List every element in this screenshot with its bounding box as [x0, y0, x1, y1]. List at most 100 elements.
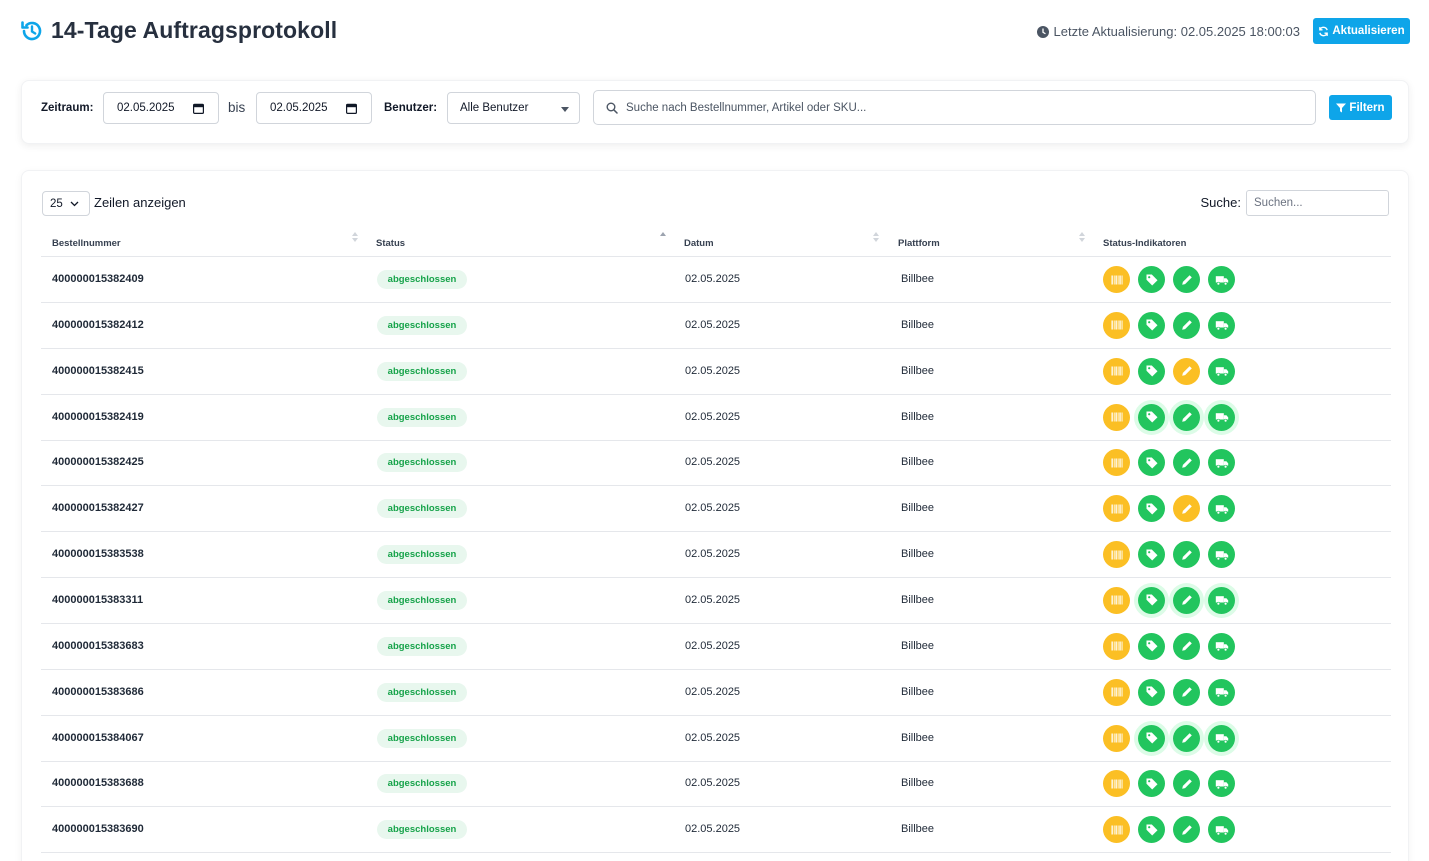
tag-icon[interactable]	[1138, 724, 1165, 752]
truck-icon[interactable]	[1208, 541, 1235, 569]
barcode-icon[interactable]	[1103, 449, 1130, 477]
page-length-select[interactable]: 25	[42, 191, 90, 216]
truck-icon[interactable]	[1208, 403, 1235, 431]
status-indicators	[1103, 357, 1243, 385]
barcode-icon[interactable]	[1103, 816, 1130, 844]
pencil-icon[interactable]	[1173, 357, 1200, 385]
column-platform[interactable]: Plattform	[898, 238, 940, 249]
truck-icon[interactable]	[1208, 266, 1235, 293]
table-row[interactable]	[41, 853, 1391, 861]
pencil-icon[interactable]	[1173, 541, 1200, 569]
table-row[interactable]: 400000015382409 abgeschlossen 02.05.2025 Bi…	[41, 257, 1391, 303]
pencil-icon[interactable]	[1173, 816, 1200, 844]
truck-icon[interactable]	[1208, 495, 1235, 523]
tag-icon[interactable]	[1138, 770, 1165, 798]
table-row[interactable]: 400000015383683 abgeschlossen 02.05.2025 Bi…	[41, 624, 1391, 670]
column-date[interactable]: Datum	[684, 238, 714, 249]
column-status[interactable]: Status	[376, 238, 405, 249]
pencil-icon[interactable]	[1173, 770, 1200, 798]
order-platform: Billbee	[901, 273, 935, 285]
truck-icon[interactable]	[1208, 357, 1235, 385]
table-row[interactable]: 400000015383688 abgeschlossen 02.05.2025 Bi…	[41, 761, 1391, 808]
truck-icon[interactable]	[1208, 632, 1235, 660]
tag-icon[interactable]	[1138, 816, 1165, 844]
column-order-number[interactable]: Bestellnummer	[52, 238, 121, 249]
tag-icon[interactable]	[1138, 311, 1165, 339]
barcode-icon[interactable]	[1103, 357, 1130, 385]
pencil-icon[interactable]	[1173, 311, 1200, 339]
order-platform: Billbee	[901, 502, 935, 515]
user-label: Benutzer:	[384, 102, 438, 114]
sort-icon[interactable]	[873, 232, 879, 244]
tag-icon[interactable]	[1138, 495, 1165, 523]
table-row[interactable]: 400000015382427 abgeschlossen 02.05.2025 Bi…	[41, 486, 1391, 533]
table-row[interactable]: 400000015383538 abgeschlossen 02.05.2025 Bi…	[41, 532, 1391, 579]
pencil-icon[interactable]	[1173, 266, 1200, 293]
status-indicators	[1103, 770, 1243, 798]
truck-icon[interactable]	[1208, 678, 1235, 706]
truck-icon[interactable]	[1208, 816, 1235, 844]
date-to-input[interactable]: 02.05.2025	[256, 92, 372, 124]
refresh-button[interactable]: Aktualisieren	[1313, 18, 1410, 44]
table-row[interactable]: 400000015383686 abgeschlossen 02.05.2025 Bi…	[41, 670, 1391, 716]
status-badge: abgeschlossen	[377, 590, 467, 610]
status-indicators	[1103, 403, 1243, 431]
calendar-icon[interactable]	[193, 103, 204, 114]
truck-icon[interactable]	[1208, 770, 1235, 798]
tag-icon[interactable]	[1138, 449, 1165, 477]
barcode-icon[interactable]	[1103, 586, 1130, 614]
barcode-icon[interactable]	[1103, 724, 1130, 752]
barcode-icon[interactable]	[1103, 541, 1130, 569]
date-from-input[interactable]: 02.05.2025	[103, 92, 219, 124]
table-row[interactable]: 400000015383311 abgeschlossen 02.05.2025 Bi…	[41, 578, 1391, 624]
barcode-icon[interactable]	[1103, 678, 1130, 706]
pencil-icon[interactable]	[1173, 403, 1200, 431]
pencil-icon[interactable]	[1173, 586, 1200, 614]
table-search-input[interactable]: Suchen...	[1246, 190, 1389, 216]
pencil-icon[interactable]	[1173, 724, 1200, 752]
sort-icon[interactable]	[1079, 232, 1085, 244]
status-badge: abgeschlossen	[377, 361, 467, 381]
tag-icon[interactable]	[1138, 266, 1165, 293]
pencil-icon[interactable]	[1173, 632, 1200, 660]
truck-icon[interactable]	[1208, 586, 1235, 614]
barcode-icon[interactable]	[1103, 266, 1130, 293]
table-row[interactable]: 400000015382412 abgeschlossen 02.05.2025 Bi…	[41, 303, 1391, 349]
barcode-icon[interactable]	[1103, 770, 1130, 798]
status-badge: abgeschlossen	[377, 407, 467, 427]
clock-icon	[1036, 25, 1049, 38]
column-status-indicators: Status-Indikatoren	[1103, 238, 1187, 249]
order-search-input[interactable]: Suche nach Bestellnummer, Artikel oder S…	[593, 90, 1316, 125]
order-number: 400000015383688	[52, 777, 144, 790]
sort-asc-icon[interactable]	[660, 232, 666, 244]
status-badge: abgeschlossen	[377, 453, 467, 473]
tag-icon[interactable]	[1138, 632, 1165, 660]
tag-icon[interactable]	[1138, 541, 1165, 569]
table-row[interactable]: 400000015382419 abgeschlossen 02.05.2025 Bi…	[41, 395, 1391, 441]
pencil-icon[interactable]	[1173, 449, 1200, 477]
tag-icon[interactable]	[1138, 403, 1165, 431]
tag-icon[interactable]	[1138, 586, 1165, 614]
sort-icon[interactable]	[352, 232, 358, 244]
pencil-icon[interactable]	[1173, 495, 1200, 523]
tag-icon[interactable]	[1138, 357, 1165, 385]
table-row[interactable]: 400000015383690 abgeschlossen 02.05.2025 Bi…	[41, 807, 1391, 854]
table-row[interactable]: 400000015382425 abgeschlossen 02.05.2025 Bi…	[41, 440, 1391, 487]
order-date: 02.05.2025	[685, 639, 741, 652]
order-platform: Billbee	[901, 823, 935, 836]
barcode-icon[interactable]	[1103, 632, 1130, 660]
truck-icon[interactable]	[1208, 449, 1235, 477]
truck-icon[interactable]	[1208, 724, 1235, 752]
barcode-icon[interactable]	[1103, 311, 1130, 339]
barcode-icon[interactable]	[1103, 495, 1130, 523]
tag-icon[interactable]	[1138, 678, 1165, 706]
pencil-icon[interactable]	[1173, 678, 1200, 706]
truck-icon[interactable]	[1208, 311, 1235, 339]
barcode-icon[interactable]	[1103, 403, 1130, 431]
user-select[interactable]: Alle Benutzer	[447, 92, 580, 124]
order-number: 400000015383538	[52, 548, 144, 561]
table-row[interactable]: 400000015382415 abgeschlossen 02.05.2025 Bi…	[41, 349, 1391, 395]
calendar-icon[interactable]	[346, 103, 357, 114]
filter-button[interactable]: Filtern	[1329, 95, 1392, 120]
table-row[interactable]: 400000015384067 abgeschlossen 02.05.2025 Bi…	[41, 716, 1391, 762]
